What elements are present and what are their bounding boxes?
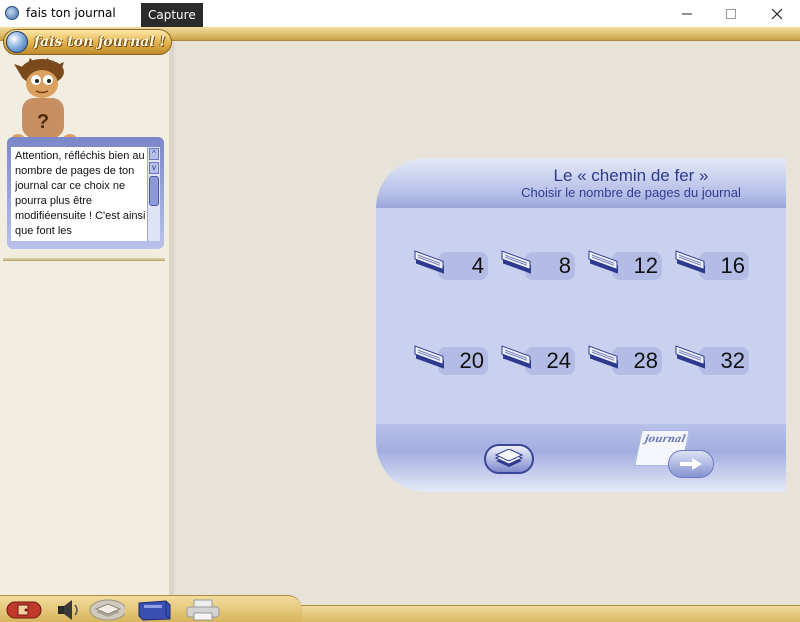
- maximize-icon: [726, 8, 736, 19]
- app-window: fais ton journal Capture fais ton journa…: [0, 0, 800, 622]
- next-button[interactable]: [668, 450, 714, 478]
- book-button[interactable]: [136, 598, 172, 622]
- print-button[interactable]: [184, 598, 220, 622]
- pages-stack-button[interactable]: [484, 444, 534, 474]
- app-logo: fais ton journal !: [3, 29, 172, 55]
- option-count: 32: [720, 348, 745, 373]
- option-count: 24: [546, 348, 571, 373]
- exit-button[interactable]: [6, 598, 42, 622]
- option-count: 28: [633, 348, 658, 373]
- option-count: 16: [720, 253, 745, 278]
- minimize-icon: [682, 13, 692, 14]
- panel-footer: journal: [376, 424, 786, 492]
- close-icon: [771, 8, 783, 19]
- help-panel: Attention, réfléchis bien au nombre de p…: [7, 137, 164, 249]
- page-option-28[interactable]: 28: [586, 341, 668, 381]
- pages-icon: [89, 599, 125, 621]
- page-option-12[interactable]: 12: [586, 246, 668, 286]
- option-count: 4: [471, 253, 484, 278]
- panel-header: Le « chemin de fer » Choisir le nombre d…: [376, 158, 786, 208]
- page-option-24[interactable]: 24: [499, 341, 581, 381]
- panel-subtitle: Choisir le nombre de pages du journal: [521, 185, 741, 200]
- scroll-down-button[interactable]: v: [149, 162, 159, 174]
- help-text: Attention, réfléchis bien au nombre de p…: [15, 150, 146, 237]
- sidebar: fais ton journal ! ? Attention, réfléchi…: [0, 29, 172, 597]
- book-icon: [138, 600, 171, 621]
- maximize-button[interactable]: [708, 0, 754, 27]
- capture-tooltip: Capture: [141, 3, 203, 27]
- character-mascot: ?: [12, 58, 76, 142]
- window-title: fais ton journal: [26, 6, 116, 20]
- close-button[interactable]: [754, 0, 800, 27]
- next-journal-group: journal: [634, 430, 718, 482]
- option-count: 20: [459, 348, 484, 373]
- minimize-button[interactable]: [664, 0, 710, 27]
- scroll-thumb[interactable]: [149, 176, 159, 206]
- sidebar-divider: [3, 258, 165, 261]
- page-option-8[interactable]: 8: [499, 246, 581, 286]
- scroll-up-button[interactable]: ^: [149, 148, 159, 160]
- help-scrollbar[interactable]: ^ v: [147, 147, 160, 241]
- arrow-right-icon: [680, 458, 702, 470]
- page-option-32[interactable]: 32: [673, 341, 755, 381]
- page-count-panel: Le « chemin de fer » Choisir le nombre d…: [376, 158, 786, 492]
- panel-title: Le « chemin de fer »: [553, 166, 709, 185]
- page-option-4[interactable]: 4: [412, 246, 494, 286]
- page-options-grid: 4 8 12 16 20 24 28 32: [376, 208, 786, 424]
- page-option-20[interactable]: 20: [412, 341, 494, 381]
- journal-label: journal: [643, 434, 687, 445]
- title-bar: fais ton journal Capture: [0, 0, 800, 27]
- page-option-16[interactable]: 16: [673, 246, 755, 286]
- help-textbox[interactable]: Attention, réfléchis bien au nombre de p…: [11, 147, 160, 241]
- option-count: 8: [558, 253, 571, 278]
- option-count: 12: [633, 253, 658, 278]
- globe-icon: [6, 31, 28, 53]
- character-mark: ?: [37, 111, 49, 133]
- printer-icon: [186, 599, 220, 621]
- paper-stack-icon: [494, 449, 524, 467]
- app-globe-icon: [5, 6, 19, 20]
- sound-button[interactable]: [49, 598, 85, 622]
- logo-text: fais ton journal !: [34, 34, 166, 50]
- speaker-icon: [58, 600, 78, 620]
- pages-button[interactable]: [89, 598, 125, 622]
- exit-icon: [6, 601, 42, 619]
